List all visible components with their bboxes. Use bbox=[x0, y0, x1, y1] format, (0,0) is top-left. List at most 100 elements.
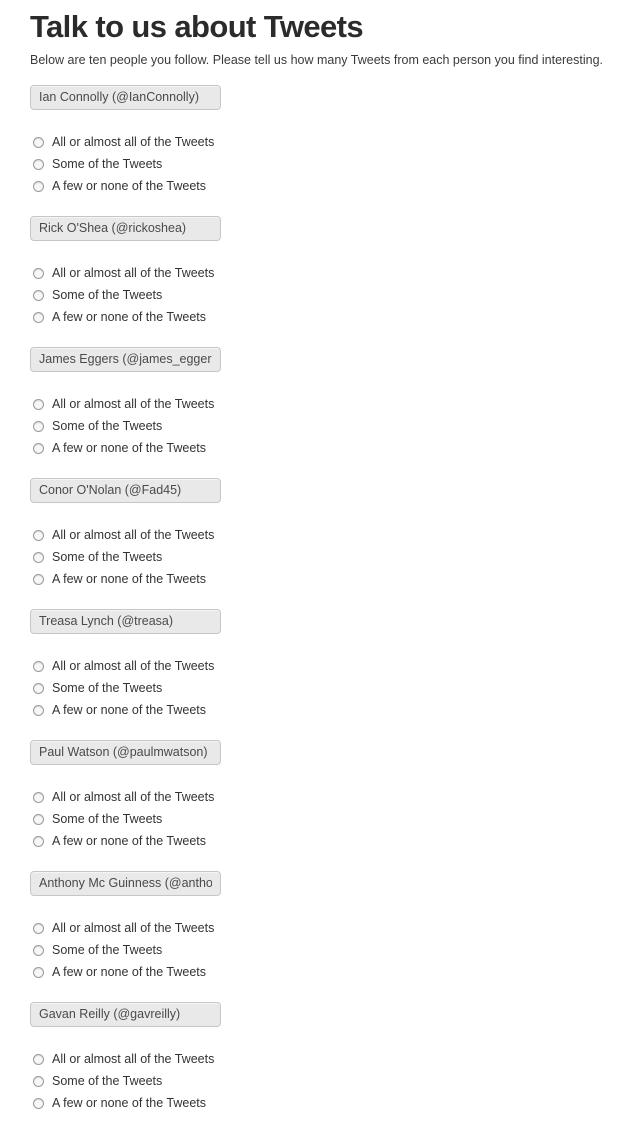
radio-button-icon[interactable] bbox=[33, 1053, 44, 1065]
rating-option-label: All or almost all of the Tweets bbox=[52, 790, 215, 804]
page-intro-text: Below are ten people you follow. Please … bbox=[30, 53, 604, 67]
person-name-field[interactable]: James Eggers (@james_eggers) bbox=[30, 347, 221, 372]
person-name-field[interactable]: Gavan Reilly (@gavreilly) bbox=[30, 1002, 221, 1027]
radio-button-icon[interactable] bbox=[33, 420, 44, 432]
survey-list: Ian Connolly (@IanConnolly) All or almost… bbox=[30, 85, 631, 1133]
radio-button-icon[interactable] bbox=[33, 660, 44, 672]
rating-option-all[interactable]: All or almost all of the Tweets bbox=[33, 917, 631, 939]
radio-button-icon[interactable] bbox=[33, 813, 44, 825]
radio-button-icon[interactable] bbox=[33, 551, 44, 563]
rating-option-label: All or almost all of the Tweets bbox=[52, 921, 215, 935]
radio-button-icon[interactable] bbox=[33, 573, 44, 585]
rating-option-group: All or almost all of the Tweets Some of t… bbox=[33, 1048, 631, 1114]
rating-option-few[interactable]: A few or none of the Tweets bbox=[33, 699, 631, 721]
radio-button-icon[interactable] bbox=[33, 311, 44, 323]
radio-button-icon[interactable] bbox=[33, 966, 44, 978]
rating-option-label: A few or none of the Tweets bbox=[52, 310, 207, 324]
radio-button-icon[interactable] bbox=[33, 180, 44, 192]
person-block: Ian Connolly (@IanConnolly) All or almost… bbox=[30, 85, 631, 197]
rating-option-label: Some of the Tweets bbox=[52, 550, 163, 564]
rating-option-label: A few or none of the Tweets bbox=[52, 703, 207, 717]
rating-option-some[interactable]: Some of the Tweets bbox=[33, 939, 631, 961]
radio-button-icon[interactable] bbox=[33, 944, 44, 956]
rating-option-label: Some of the Tweets bbox=[52, 812, 163, 826]
person-block: Rick O'Shea (@rickoshea) All or almost al… bbox=[30, 216, 631, 328]
rating-option-few[interactable]: A few or none of the Tweets bbox=[33, 306, 631, 328]
radio-button-icon[interactable] bbox=[33, 267, 44, 279]
radio-button-icon[interactable] bbox=[33, 289, 44, 301]
rating-option-label: All or almost all of the Tweets bbox=[52, 266, 215, 280]
rating-option-few[interactable]: A few or none of the Tweets bbox=[33, 961, 631, 983]
rating-option-group: All or almost all of the Tweets Some of t… bbox=[33, 917, 631, 983]
rating-option-some[interactable]: Some of the Tweets bbox=[33, 1070, 631, 1092]
person-name-field[interactable]: Rick O'Shea (@rickoshea) bbox=[30, 216, 221, 241]
rating-option-label: All or almost all of the Tweets bbox=[52, 528, 215, 542]
rating-option-group: All or almost all of the Tweets Some of t… bbox=[33, 131, 631, 197]
rating-option-some[interactable]: Some of the Tweets bbox=[33, 808, 631, 830]
radio-button-icon[interactable] bbox=[33, 682, 44, 694]
radio-button-icon[interactable] bbox=[33, 922, 44, 934]
rating-option-all[interactable]: All or almost all of the Tweets bbox=[33, 1048, 631, 1070]
person-name-field[interactable]: Treasa Lynch (@treasa) bbox=[30, 609, 221, 634]
rating-option-group: All or almost all of the Tweets Some of t… bbox=[33, 262, 631, 328]
radio-button-icon[interactable] bbox=[33, 136, 44, 148]
rating-option-label: All or almost all of the Tweets bbox=[52, 659, 215, 673]
rating-option-all[interactable]: All or almost all of the Tweets bbox=[33, 262, 631, 284]
rating-option-label: All or almost all of the Tweets bbox=[52, 135, 215, 149]
rating-option-group: All or almost all of the Tweets Some of t… bbox=[33, 786, 631, 852]
rating-option-label: All or almost all of the Tweets bbox=[52, 1052, 215, 1066]
rating-option-label: A few or none of the Tweets bbox=[52, 572, 207, 586]
rating-option-some[interactable]: Some of the Tweets bbox=[33, 677, 631, 699]
radio-button-icon[interactable] bbox=[33, 398, 44, 410]
person-block: Paul Watson (@paulmwatson) All or almost … bbox=[30, 740, 631, 852]
person-name-value: Anthony Mc Guinness (@anthonymcg) bbox=[39, 876, 212, 890]
radio-button-icon[interactable] bbox=[33, 791, 44, 803]
radio-button-icon[interactable] bbox=[33, 529, 44, 541]
rating-option-some[interactable]: Some of the Tweets bbox=[33, 415, 631, 437]
person-name-value: Ian Connolly (@IanConnolly) bbox=[39, 90, 199, 104]
rating-option-all[interactable]: All or almost all of the Tweets bbox=[33, 786, 631, 808]
person-name-field[interactable]: Paul Watson (@paulmwatson) bbox=[30, 740, 221, 765]
rating-option-label: Some of the Tweets bbox=[52, 1074, 163, 1088]
page-title: Talk to us about Tweets bbox=[30, 9, 364, 44]
person-name-field[interactable]: Conor O'Nolan (@Fad45) bbox=[30, 478, 221, 503]
rating-option-label: A few or none of the Tweets bbox=[52, 965, 207, 979]
person-block: Gavan Reilly (@gavreilly) All or almost a… bbox=[30, 1002, 631, 1114]
person-name-field[interactable]: Anthony Mc Guinness (@anthonymcg) bbox=[30, 871, 221, 896]
rating-option-label: All or almost all of the Tweets bbox=[52, 397, 215, 411]
rating-option-some[interactable]: Some of the Tweets bbox=[33, 284, 631, 306]
radio-button-icon[interactable] bbox=[33, 1075, 44, 1087]
rating-option-few[interactable]: A few or none of the Tweets bbox=[33, 175, 631, 197]
person-name-value: Conor O'Nolan (@Fad45) bbox=[39, 483, 182, 497]
rating-option-all[interactable]: All or almost all of the Tweets bbox=[33, 524, 631, 546]
rating-option-few[interactable]: A few or none of the Tweets bbox=[33, 437, 631, 459]
rating-option-some[interactable]: Some of the Tweets bbox=[33, 153, 631, 175]
person-name-value: James Eggers (@james_eggers) bbox=[39, 352, 212, 366]
survey-page: Talk to us about Tweets Below are ten pe… bbox=[0, 0, 631, 1133]
person-name-field[interactable]: Ian Connolly (@IanConnolly) bbox=[30, 85, 221, 110]
rating-option-all[interactable]: All or almost all of the Tweets bbox=[33, 131, 631, 153]
radio-button-icon[interactable] bbox=[33, 1097, 44, 1109]
rating-option-some[interactable]: Some of the Tweets bbox=[33, 546, 631, 568]
rating-option-few[interactable]: A few or none of the Tweets bbox=[33, 568, 631, 590]
rating-option-few[interactable]: A few or none of the Tweets bbox=[33, 830, 631, 852]
person-name-value: Gavan Reilly (@gavreilly) bbox=[39, 1007, 181, 1021]
radio-button-icon[interactable] bbox=[33, 704, 44, 716]
rating-option-few[interactable]: A few or none of the Tweets bbox=[33, 1092, 631, 1114]
radio-button-icon[interactable] bbox=[33, 442, 44, 454]
person-block: Treasa Lynch (@treasa) All or almost all … bbox=[30, 609, 631, 721]
radio-button-icon[interactable] bbox=[33, 158, 44, 170]
rating-option-label: Some of the Tweets bbox=[52, 157, 163, 171]
rating-option-group: All or almost all of the Tweets Some of t… bbox=[33, 524, 631, 590]
rating-option-all[interactable]: All or almost all of the Tweets bbox=[33, 655, 631, 677]
rating-option-all[interactable]: All or almost all of the Tweets bbox=[33, 393, 631, 415]
rating-option-label: Some of the Tweets bbox=[52, 681, 163, 695]
radio-button-icon[interactable] bbox=[33, 835, 44, 847]
rating-option-group: All or almost all of the Tweets Some of t… bbox=[33, 655, 631, 721]
